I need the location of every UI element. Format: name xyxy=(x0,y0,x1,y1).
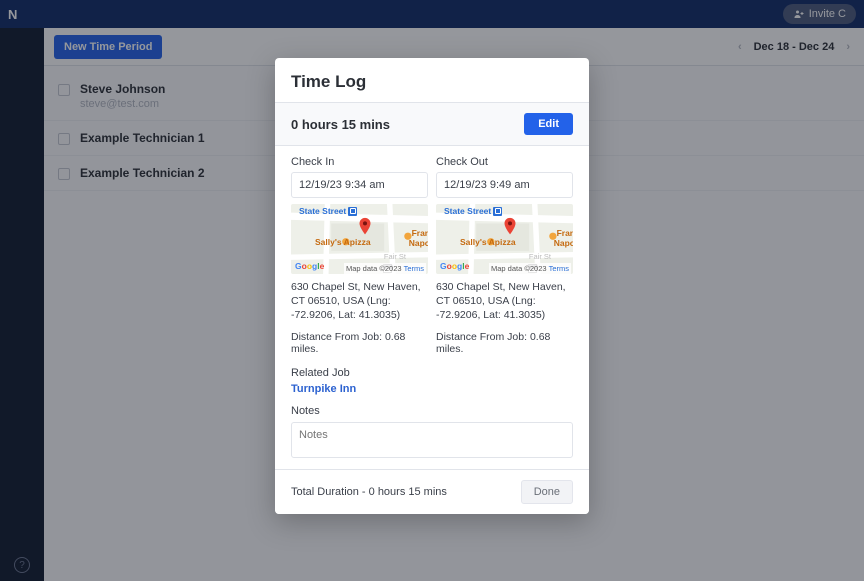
poi-napo: Napo xyxy=(554,238,573,248)
check-in-map[interactable]: State Street Sally's Apizza Fran Napo Fa… xyxy=(291,204,428,274)
check-in-column: Check In xyxy=(291,156,428,355)
notes-label: Notes xyxy=(291,405,573,417)
duration-summary: 0 hours 15 mins xyxy=(291,117,390,132)
modal-overlay[interactable]: Time Log 0 hours 15 mins Edit Check In xyxy=(0,0,864,581)
time-log-modal: Time Log 0 hours 15 mins Edit Check In xyxy=(275,58,589,514)
check-out-address: 630 Chapel St, New Haven, CT 06510, USA … xyxy=(436,280,573,323)
check-in-distance: Distance From Job: 0.68 miles. xyxy=(291,331,428,355)
state-street-label: State Street xyxy=(299,206,357,216)
modal-body: Check In xyxy=(275,146,589,469)
done-button[interactable]: Done xyxy=(521,480,573,504)
street-fair: Fair St xyxy=(384,252,406,261)
total-duration: Total Duration - 0 hours 15 mins xyxy=(291,486,447,498)
map-attribution: Map data ©2023Terms xyxy=(489,263,571,274)
notes-input[interactable] xyxy=(291,422,573,458)
map-terms-link[interactable]: Terms xyxy=(549,264,569,273)
poi-fran: Fran xyxy=(557,228,573,238)
check-out-distance: Distance From Job: 0.68 miles. xyxy=(436,331,573,355)
google-logo: Google xyxy=(295,261,324,271)
edit-button[interactable]: Edit xyxy=(524,113,573,135)
map-terms-link[interactable]: Terms xyxy=(404,264,424,273)
street-fair: Fair St xyxy=(529,252,551,261)
check-out-column: Check Out xyxy=(436,156,573,355)
subway-icon xyxy=(493,207,502,216)
poi-napo: Napo xyxy=(409,238,428,248)
modal-title: Time Log xyxy=(275,58,589,102)
related-job-label: Related Job xyxy=(291,367,573,379)
modal-subheader: 0 hours 15 mins Edit xyxy=(275,102,589,146)
state-street-label: State Street xyxy=(444,206,502,216)
google-logo: Google xyxy=(440,261,469,271)
check-out-label: Check Out xyxy=(436,156,573,168)
related-job-link[interactable]: Turnpike Inn xyxy=(291,383,356,395)
map-pin-icon xyxy=(499,216,521,238)
poi-sally: Sally's Apizza xyxy=(315,237,371,247)
check-out-map[interactable]: State Street Sally's Apizza Fran Napo Fa… xyxy=(436,204,573,274)
check-out-field[interactable] xyxy=(436,172,573,198)
check-in-label: Check In xyxy=(291,156,428,168)
map-attribution: Map data ©2023Terms xyxy=(344,263,426,274)
poi-sally: Sally's Apizza xyxy=(460,237,516,247)
check-in-field[interactable] xyxy=(291,172,428,198)
map-pin-icon xyxy=(354,216,376,238)
check-in-address: 630 Chapel St, New Haven, CT 06510, USA … xyxy=(291,280,428,323)
subway-icon xyxy=(348,207,357,216)
poi-fran: Fran xyxy=(412,228,428,238)
modal-footer: Total Duration - 0 hours 15 mins Done xyxy=(275,469,589,514)
